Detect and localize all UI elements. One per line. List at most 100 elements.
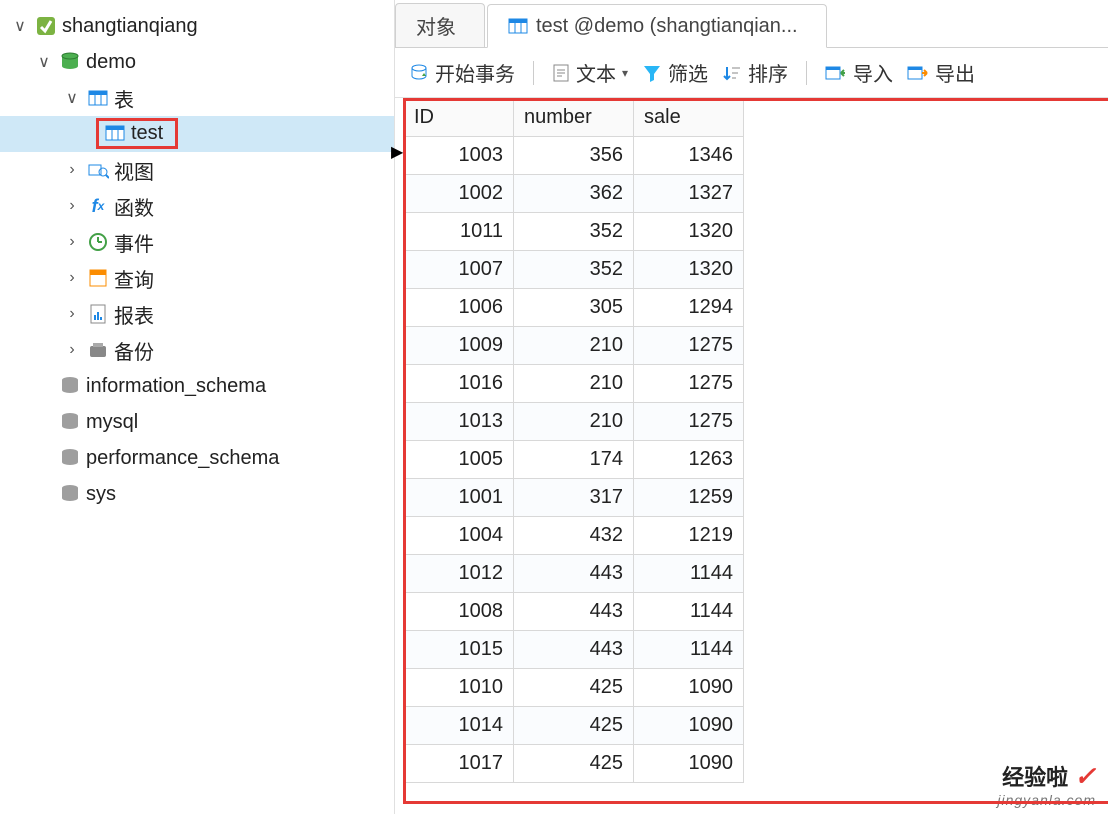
cell-sale[interactable]: 1259 — [634, 479, 744, 517]
data-grid[interactable]: ID number sale 1003356134610023621327101… — [403, 98, 744, 783]
tree-table-test[interactable]: test — [0, 116, 394, 152]
tree-reports[interactable]: › 报表 — [0, 296, 394, 332]
cell-ID[interactable]: 1005 — [404, 441, 514, 479]
cell-number[interactable]: 432 — [514, 517, 634, 555]
table-row[interactable]: 10044321219 — [404, 517, 744, 555]
tree-queries[interactable]: › 查询 — [0, 260, 394, 296]
cell-number[interactable]: 443 — [514, 593, 634, 631]
tree-tables[interactable]: ∨ 表 — [0, 80, 394, 116]
tree-schema-sys[interactable]: sys — [0, 476, 394, 512]
table-row[interactable]: 10023621327 — [404, 175, 744, 213]
cell-number[interactable]: 352 — [514, 251, 634, 289]
cell-ID[interactable]: 1010 — [404, 669, 514, 707]
tab-test[interactable]: test @demo (shangtianqian... — [487, 4, 827, 48]
cell-sale[interactable]: 1346 — [634, 137, 744, 175]
export-button[interactable]: 导出 — [903, 56, 979, 89]
table-row[interactable]: 10154431144 — [404, 631, 744, 669]
cell-sale[interactable]: 1090 — [634, 745, 744, 783]
sort-button[interactable]: 排序 — [718, 56, 792, 89]
query-icon — [84, 267, 112, 289]
cell-sale[interactable]: 1263 — [634, 441, 744, 479]
table-row[interactable]: 10124431144 — [404, 555, 744, 593]
chevron-right-icon: › — [60, 269, 84, 287]
tree-views[interactable]: › 视图 — [0, 152, 394, 188]
cell-sale[interactable]: 1219 — [634, 517, 744, 555]
cell-sale[interactable]: 1090 — [634, 707, 744, 745]
cell-ID[interactable]: 1002 — [404, 175, 514, 213]
cell-number[interactable]: 210 — [514, 365, 634, 403]
cell-number[interactable]: 356 — [514, 137, 634, 175]
cell-ID[interactable]: 1014 — [404, 707, 514, 745]
table-row[interactable]: 10104251090 — [404, 669, 744, 707]
cell-number[interactable]: 443 — [514, 631, 634, 669]
cell-number[interactable]: 443 — [514, 555, 634, 593]
cell-ID[interactable]: 1003 — [404, 137, 514, 175]
cell-ID[interactable]: 1008 — [404, 593, 514, 631]
cell-ID[interactable]: 1015 — [404, 631, 514, 669]
tree-database[interactable]: ∨ demo — [0, 44, 394, 80]
cell-sale[interactable]: 1294 — [634, 289, 744, 327]
cell-ID[interactable]: 1001 — [404, 479, 514, 517]
chevron-right-icon: › — [60, 161, 84, 179]
import-button[interactable]: 导入 — [821, 56, 897, 89]
cell-number[interactable]: 425 — [514, 669, 634, 707]
table-row[interactable]: 10092101275 — [404, 327, 744, 365]
column-header-sale[interactable]: sale — [634, 99, 744, 137]
cell-ID[interactable]: 1017 — [404, 745, 514, 783]
tree-backup[interactable]: › 备份 — [0, 332, 394, 368]
sort-icon — [722, 63, 742, 83]
tree-connection[interactable]: ∨ shangtianqiang — [0, 8, 394, 44]
table-row[interactable]: 10132101275 — [404, 403, 744, 441]
cell-number[interactable]: 305 — [514, 289, 634, 327]
table-row[interactable]: 10113521320 — [404, 213, 744, 251]
cell-ID[interactable]: 1004 — [404, 517, 514, 555]
table-row[interactable]: 10013171259 — [404, 479, 744, 517]
cell-sale[interactable]: 1275 — [634, 365, 744, 403]
cell-sale[interactable]: 1275 — [634, 403, 744, 441]
cell-number[interactable]: 174 — [514, 441, 634, 479]
cell-sale[interactable]: 1090 — [634, 669, 744, 707]
cell-sale[interactable]: 1320 — [634, 251, 744, 289]
cell-number[interactable]: 317 — [514, 479, 634, 517]
table-row[interactable]: 10063051294 — [404, 289, 744, 327]
tree-schema-perf[interactable]: performance_schema — [0, 440, 394, 476]
cell-number[interactable]: 352 — [514, 213, 634, 251]
cell-ID[interactable]: 1016 — [404, 365, 514, 403]
cell-ID[interactable]: 1012 — [404, 555, 514, 593]
column-header-number[interactable]: number — [514, 99, 634, 137]
cell-number[interactable]: 210 — [514, 403, 634, 441]
column-header-id[interactable]: ID — [404, 99, 514, 137]
table-row[interactable]: 10174251090 — [404, 745, 744, 783]
table-row[interactable]: 10033561346 — [404, 137, 744, 175]
cell-number[interactable]: 425 — [514, 745, 634, 783]
cell-number[interactable]: 362 — [514, 175, 634, 213]
tree-events[interactable]: › 事件 — [0, 224, 394, 260]
text-button[interactable]: 文本 ▾ — [548, 56, 632, 89]
cell-sale[interactable]: 1327 — [634, 175, 744, 213]
header-row: ID number sale — [404, 99, 744, 137]
table-row[interactable]: 10073521320 — [404, 251, 744, 289]
cell-sale[interactable]: 1144 — [634, 631, 744, 669]
cell-sale[interactable]: 1275 — [634, 327, 744, 365]
table-row[interactable]: 10144251090 — [404, 707, 744, 745]
cell-number[interactable]: 425 — [514, 707, 634, 745]
cell-ID[interactable]: 1011 — [404, 213, 514, 251]
cell-ID[interactable]: 1006 — [404, 289, 514, 327]
cell-sale[interactable]: 1144 — [634, 555, 744, 593]
table-row[interactable]: 10051741263 — [404, 441, 744, 479]
tab-objects[interactable]: 对象 — [395, 3, 485, 47]
table-row[interactable]: 10162101275 — [404, 365, 744, 403]
cell-sale[interactable]: 1144 — [634, 593, 744, 631]
tab-label: test @demo (shangtianqian... — [536, 15, 798, 38]
tree-schema-mysql[interactable]: mysql — [0, 404, 394, 440]
cell-ID[interactable]: 1013 — [404, 403, 514, 441]
filter-button[interactable]: 筛选 — [638, 56, 712, 89]
begin-transaction-button[interactable]: 开始事务 — [405, 56, 519, 89]
tree-functions[interactable]: › fx 函数 — [0, 188, 394, 224]
cell-ID[interactable]: 1009 — [404, 327, 514, 365]
cell-number[interactable]: 210 — [514, 327, 634, 365]
tree-schema-info[interactable]: information_schema — [0, 368, 394, 404]
table-row[interactable]: 10084431144 — [404, 593, 744, 631]
cell-ID[interactable]: 1007 — [404, 251, 514, 289]
cell-sale[interactable]: 1320 — [634, 213, 744, 251]
